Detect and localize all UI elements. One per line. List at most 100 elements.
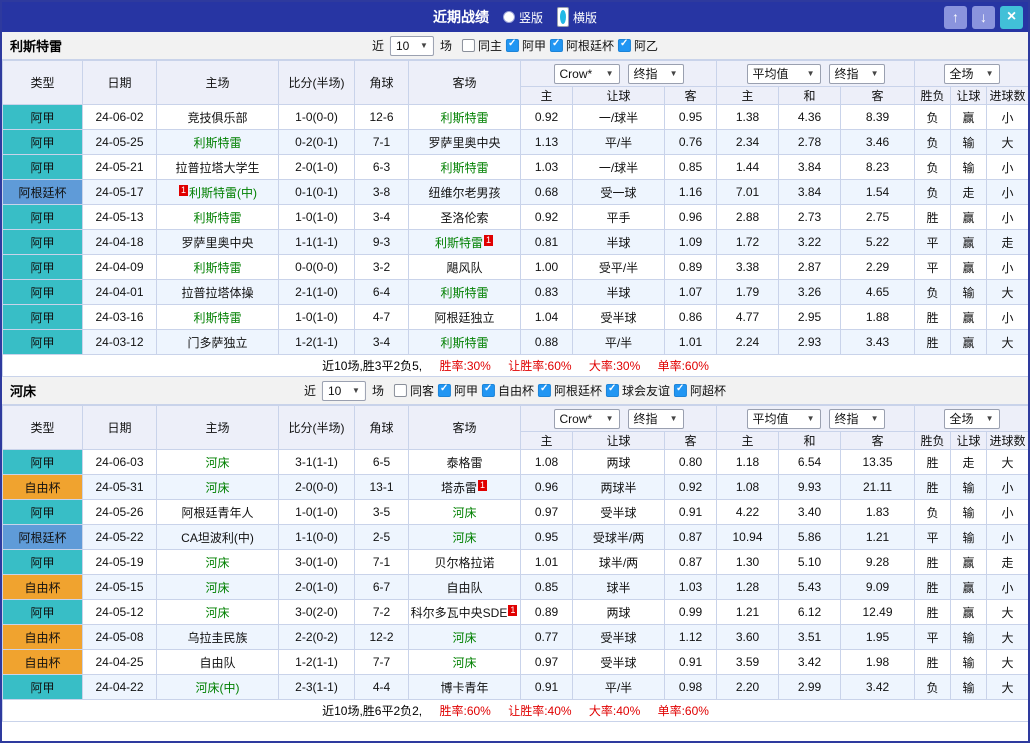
avg-final-select[interactable]: 终指 ▼ bbox=[828, 408, 885, 429]
handicap-odds-header: Crow* ▼ 终指 ▼ bbox=[519, 60, 718, 87]
filter-checkbox[interactable]: 阿甲 bbox=[437, 382, 478, 399]
score-cell: 0-1(0-1) bbox=[278, 179, 355, 205]
chevron-down-icon: ▼ bbox=[985, 414, 994, 423]
matches-count-select[interactable]: 10 ▼ bbox=[321, 380, 366, 401]
home-team-link[interactable]: 利斯特雷(中) bbox=[189, 186, 257, 200]
handicap-odds-cell: 0.85 bbox=[520, 574, 573, 600]
filter-checkbox[interactable]: 自由杯 bbox=[482, 382, 534, 399]
score-cell: 3-1(1-1) bbox=[278, 449, 355, 475]
scroll-down-button[interactable]: ↓ bbox=[972, 5, 995, 29]
away-team-link[interactable]: 博卡青年 bbox=[440, 681, 488, 695]
section-header: 利斯特雷 近 10 ▼ 场 同主 阿甲 阿根廷杯 阿乙 bbox=[2, 32, 1028, 60]
result-cell: 胜 bbox=[914, 449, 952, 475]
away-team-link[interactable]: 泰格雷 bbox=[446, 456, 482, 470]
home-team-link[interactable]: 利斯特雷 bbox=[193, 136, 241, 150]
home-team-link[interactable]: 河床 bbox=[205, 456, 229, 470]
home-team-link[interactable]: 拉普拉塔体操 bbox=[181, 286, 253, 300]
home-team-link[interactable]: 罗萨里奥中央 bbox=[181, 236, 253, 250]
away-team-link[interactable]: 罗萨里奥中央 bbox=[428, 136, 500, 150]
home-team-link[interactable]: 河床 bbox=[205, 606, 229, 620]
filter-checkbox[interactable]: 阿根廷杯 bbox=[538, 382, 602, 399]
handicap-odds-cell: 0.91 bbox=[663, 499, 718, 525]
away-team-link[interactable]: 圣洛伦索 bbox=[440, 211, 488, 225]
summary-handicap-rate: 让胜率:40% bbox=[508, 704, 572, 718]
home-team-link[interactable]: 竞技俱乐部 bbox=[187, 111, 247, 125]
home-team-link[interactable]: 拉普拉塔大学生 bbox=[175, 161, 259, 175]
filter-label: 同主 bbox=[477, 38, 502, 53]
score-cell: 2-3(1-1) bbox=[278, 674, 355, 700]
avg-odds-select[interactable]: 平均值 ▼ bbox=[746, 63, 821, 84]
odds-company-value: Crow* bbox=[559, 411, 593, 426]
home-team-link[interactable]: 河床 bbox=[205, 556, 229, 570]
home-team-link[interactable]: 阿根廷青年人 bbox=[181, 506, 253, 520]
away-team-link[interactable]: 利斯特雷 bbox=[440, 111, 488, 125]
radio-vertical-layout[interactable]: 竖版 bbox=[502, 9, 543, 26]
home-team-link[interactable]: 乌拉圭民族 bbox=[187, 631, 247, 645]
handicap-odds-cell: 受球半/两 bbox=[572, 524, 665, 550]
away-team-link[interactable]: 科尔多瓦中央SDE bbox=[411, 606, 508, 620]
result-cell: 胜 bbox=[914, 304, 952, 330]
away-team-link[interactable]: 纽维尔老男孩 bbox=[428, 186, 500, 200]
home-team-link[interactable]: 河床 bbox=[205, 481, 229, 495]
column-header-home: 主场 bbox=[156, 405, 279, 450]
away-team-link[interactable]: 飓风队 bbox=[446, 261, 482, 275]
handicap-odds-cell: 0.97 bbox=[520, 499, 573, 525]
home-team-link[interactable]: 河床(中) bbox=[196, 681, 240, 695]
odds-company-select[interactable]: Crow* ▼ bbox=[553, 408, 620, 429]
away-team-link[interactable]: 自由队 bbox=[446, 581, 482, 595]
home-team-link[interactable]: 自由队 bbox=[199, 656, 235, 670]
filter-checkbox[interactable]: 阿根廷杯 bbox=[550, 37, 614, 54]
home-team-link[interactable]: 利斯特雷 bbox=[193, 211, 241, 225]
away-team-link[interactable]: 贝尔格拉诺 bbox=[434, 556, 494, 570]
scope-select[interactable]: 全场 ▼ bbox=[943, 408, 1000, 429]
away-team-link[interactable]: 河床 bbox=[452, 531, 476, 545]
away-team-link[interactable]: 河床 bbox=[452, 631, 476, 645]
date-cell: 24-05-21 bbox=[82, 154, 157, 180]
filter-checkbox[interactable]: 同客 bbox=[393, 382, 434, 399]
filter-checkbox[interactable]: 同主 bbox=[461, 37, 502, 54]
away-team-link[interactable]: 河床 bbox=[452, 656, 476, 670]
odds-final-select[interactable]: 终指 ▼ bbox=[627, 408, 684, 429]
away-team-link[interactable]: 利斯特雷 bbox=[440, 161, 488, 175]
away-team-link[interactable]: 利斯特雷 bbox=[440, 336, 488, 350]
league-cell: 阿甲 bbox=[2, 229, 83, 255]
away-team-link[interactable]: 利斯特雷 bbox=[435, 236, 483, 250]
away-team-cell: 科尔多瓦中央SDE 1 bbox=[408, 599, 521, 625]
home-team-link[interactable]: CA坦波利(中) bbox=[181, 531, 254, 545]
home-team-link[interactable]: 利斯特雷 bbox=[193, 311, 241, 325]
filter-checkbox[interactable]: 阿超杯 bbox=[674, 382, 726, 399]
handicap-odds-cell: 受半球 bbox=[572, 649, 665, 675]
score-cell: 0-0(0-0) bbox=[278, 254, 355, 280]
league-cell: 阿甲 bbox=[2, 254, 83, 280]
away-team-link[interactable]: 河床 bbox=[452, 506, 476, 520]
filter-checkbox[interactable]: 阿甲 bbox=[506, 37, 546, 54]
chevron-down-icon: ▼ bbox=[605, 69, 614, 78]
filter-checkbox[interactable]: 球会友谊 bbox=[606, 382, 670, 399]
home-team-link[interactable]: 利斯特雷 bbox=[193, 261, 241, 275]
away-team-link[interactable]: 阿根廷独立 bbox=[434, 311, 494, 325]
radio-horizontal-layout[interactable]: 横版 bbox=[557, 7, 597, 27]
home-team-link[interactable]: 门多萨独立 bbox=[187, 336, 247, 350]
match-row: 阿甲 24-05-26 阿根廷青年人 1-0(1-0) 3-5 河床 0.97 受半球 0.91… bbox=[2, 499, 1028, 525]
avg-odds-select[interactable]: 平均值 ▼ bbox=[746, 408, 821, 429]
chevron-down-icon: ▼ bbox=[352, 386, 360, 395]
league-filter-group: 同客 阿甲 自由杯 阿根廷杯 球会友谊 阿超杯 bbox=[390, 382, 726, 400]
odds-final-select[interactable]: 终指 ▼ bbox=[627, 63, 684, 84]
handicap-odds-cell: 0.89 bbox=[663, 254, 718, 280]
avg-odds-cell: 1.44 bbox=[716, 154, 780, 180]
home-team-cell: 阿根廷青年人 bbox=[156, 499, 279, 525]
filter-checkbox[interactable]: 阿乙 bbox=[618, 37, 658, 54]
away-team-link[interactable]: 塔赤雷 bbox=[441, 481, 477, 495]
scroll-up-button[interactable]: ↑ bbox=[944, 5, 967, 29]
handicap-odds-cell: 0.76 bbox=[663, 129, 718, 155]
matches-count-select[interactable]: 10 ▼ bbox=[389, 35, 434, 56]
odds-company-select[interactable]: Crow* ▼ bbox=[553, 63, 620, 84]
home-team-link[interactable]: 河床 bbox=[205, 581, 229, 595]
away-team-link[interactable]: 利斯特雷 bbox=[440, 286, 488, 300]
avg-final-select[interactable]: 终指 ▼ bbox=[828, 63, 885, 84]
close-button[interactable]: × bbox=[1000, 5, 1023, 29]
avg-odds-cell: 3.84 bbox=[778, 154, 842, 180]
scope-select[interactable]: 全场 ▼ bbox=[943, 63, 1000, 84]
away-team-cell: 飓风队 bbox=[408, 254, 521, 280]
result-cell: 赢 bbox=[950, 229, 988, 255]
